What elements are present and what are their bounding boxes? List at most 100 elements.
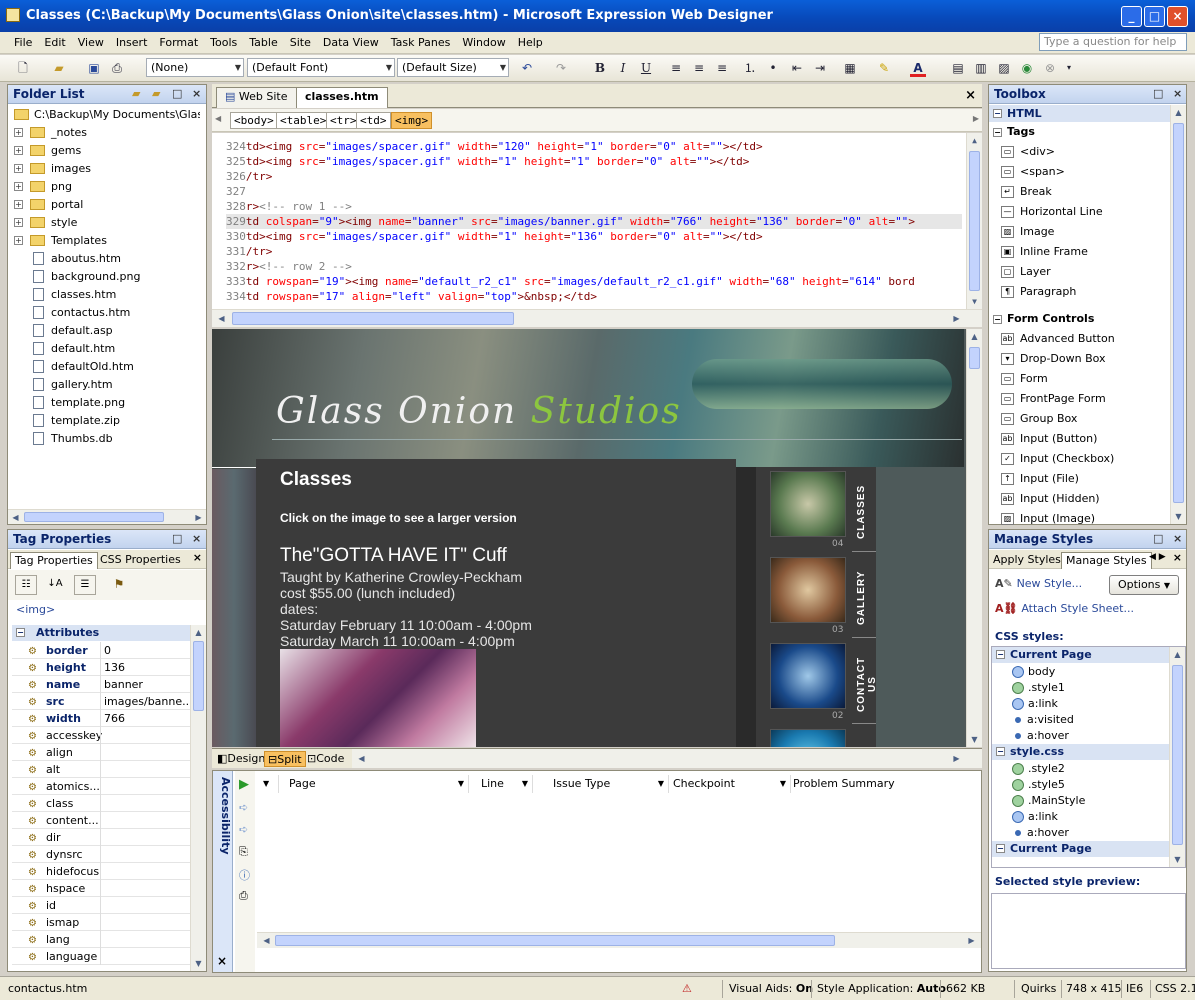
highlight-icon[interactable]: ✎ — [876, 59, 892, 77]
collapse-icon[interactable]: − — [996, 747, 1005, 756]
code-line[interactable]: 333td rowspan="19"><img name="default_r2… — [226, 274, 962, 289]
web-component-icon[interactable]: ◉ — [1019, 59, 1035, 77]
bold-button[interactable]: B — [592, 59, 608, 77]
code-line[interactable]: 326/tr> — [226, 169, 962, 184]
toolbar-options-icon[interactable]: ▾ — [1064, 59, 1074, 77]
close-icon[interactable]: × — [1173, 87, 1182, 100]
accessibility-hscroll[interactable]: ◀ ▶ — [257, 932, 981, 948]
scroll-right-icon[interactable]: ▶ — [964, 933, 979, 948]
menu-view[interactable]: View — [72, 32, 110, 54]
attribute-row[interactable]: ⚙ atomics... — [12, 778, 190, 795]
menu-site[interactable]: Site — [284, 32, 317, 54]
attribute-row[interactable]: ⚙ dir — [12, 829, 190, 846]
sort-az-icon[interactable]: ↓A — [44, 575, 66, 595]
toolbox-item-advanced-button[interactable]: ab Advanced Button — [1001, 329, 1115, 349]
css-style-item[interactable]: .style5 — [1012, 777, 1065, 793]
column-line[interactable]: Line ▼ — [475, 775, 533, 793]
close-icon[interactable]: × — [1173, 532, 1182, 545]
attribute-row[interactable]: ⚙ dynsrc — [12, 846, 190, 863]
code-line[interactable]: 329td colspan="9"><img name="banner" src… — [226, 214, 962, 229]
quick-tag-table[interactable]: <table> — [276, 112, 331, 129]
scroll-thumb[interactable] — [275, 935, 835, 946]
scroll-thumb[interactable] — [24, 512, 164, 522]
toolbox-item-paragraph[interactable]: ¶ Paragraph — [1001, 282, 1076, 302]
numbered-list-icon[interactable]: ⒈ — [742, 59, 758, 77]
tab-web-site[interactable]: ▤ Web Site — [216, 87, 297, 108]
new-folder-icon[interactable]: ▰ — [132, 87, 140, 100]
align-right-icon[interactable]: ≡ — [714, 59, 730, 77]
redo-icon[interactable]: ↷ — [552, 59, 570, 77]
nav-thumb-image[interactable] — [770, 729, 846, 747]
attribute-value[interactable]: banner — [104, 676, 188, 693]
nav-link-gallery[interactable]: GALLERY — [856, 563, 867, 633]
toolbox-vscroll[interactable]: ▲ ▼ — [1170, 105, 1186, 524]
attribute-row[interactable]: ⚙ lang — [12, 931, 190, 948]
toolbox-item-input-button[interactable]: ab Input (Button) — [1001, 429, 1097, 449]
file-item[interactable]: classes.htm — [14, 286, 194, 304]
attribute-value[interactable]: 136 — [104, 659, 188, 676]
scroll-left-icon[interactable]: ◀ — [214, 311, 229, 326]
maximize-button[interactable]: □ — [1144, 6, 1165, 27]
expand-icon[interactable]: + — [14, 182, 23, 191]
categorized-icon[interactable]: ☷ — [15, 575, 37, 595]
attribute-row[interactable]: ⚙ class — [12, 795, 190, 812]
style-select[interactable]: (None) ▼ — [146, 58, 244, 77]
menu-data-view[interactable]: Data View — [317, 32, 385, 54]
attach-style-sheet-link[interactable]: A⛓ Attach Style Sheet... — [995, 602, 1134, 615]
folder-item[interactable]: + _notes — [14, 124, 194, 142]
tab-scroll-icon[interactable]: ◀ ▶ — [1149, 552, 1166, 562]
banner-image[interactable]: Glass Onion Studios — [212, 329, 964, 469]
attribute-row[interactable]: ⚙ src images/banne... — [12, 693, 190, 710]
file-item[interactable]: template.png — [14, 394, 194, 412]
size-select[interactable]: (Default Size) ▼ — [397, 58, 509, 77]
run-check-icon[interactable]: ▶ — [239, 777, 249, 792]
italic-button[interactable]: I — [615, 59, 631, 77]
tab-css-properties[interactable]: CSS Properties — [96, 552, 185, 569]
column-problem-summary[interactable]: Problem Summary — [787, 775, 977, 793]
style-application-status[interactable]: Style Application: Auto — [817, 981, 946, 997]
stop-icon[interactable]: ⊗ — [1042, 59, 1058, 77]
close-icon[interactable]: × — [1173, 551, 1182, 564]
toolbox-item-layer[interactable]: ▢ Layer — [1001, 262, 1051, 282]
nav-thumb-image[interactable] — [770, 643, 846, 709]
attribute-row[interactable]: ⚙ accesskey — [12, 727, 190, 744]
status-css[interactable]: CSS 2.1 — [1155, 981, 1195, 997]
code-line[interactable]: 327 — [226, 184, 962, 199]
scroll-right-icon[interactable]: ▶ — [191, 510, 206, 525]
borders-icon[interactable]: ▦ — [842, 59, 858, 77]
code-line[interactable]: 330td><img src="images/spacer.gif" width… — [226, 229, 962, 244]
scroll-left-icon[interactable]: ◀ — [354, 751, 369, 766]
css-style-item[interactable]: a:hover — [1012, 825, 1069, 841]
close-icon[interactable]: × — [193, 551, 202, 564]
css-group[interactable]: − style.css — [992, 744, 1169, 760]
status-warning-icon[interactable]: ⚠ — [682, 981, 692, 997]
toolbox-item-horizontal-line[interactable]: — Horizontal Line — [1001, 202, 1103, 222]
toolbox-item-input-checkbox[interactable]: ✓ Input (Checkbox) — [1001, 449, 1114, 469]
menu-table[interactable]: Table — [243, 32, 283, 54]
save-icon[interactable]: ▣ — [86, 59, 102, 77]
close-icon[interactable]: × — [217, 954, 227, 968]
menu-task-panes[interactable]: Task Panes — [385, 32, 457, 54]
preview-icon[interactable]: ⎙ — [108, 59, 126, 77]
toolbox-item-break[interactable]: ↵ Break — [1001, 182, 1052, 202]
menu-format[interactable]: Format — [153, 32, 204, 54]
file-item[interactable]: default.htm — [14, 340, 194, 358]
underline-button[interactable]: U — [638, 59, 654, 77]
nav-link-contact-us[interactable]: CONTACT US — [856, 649, 878, 719]
bullet-list-icon[interactable]: • — [765, 59, 781, 77]
css-style-item[interactable]: .style1 — [1012, 680, 1065, 696]
new-style-link[interactable]: A✎ New Style... — [995, 577, 1082, 590]
collapse-icon[interactable]: − — [993, 109, 1002, 118]
tag-icon[interactable]: ⚑ — [108, 575, 130, 595]
toolbox-item-group-box[interactable]: ▭ Group Box — [1001, 409, 1077, 429]
toolbox-item-drop-down-box[interactable]: ▾ Drop-Down Box — [1001, 349, 1106, 369]
scroll-down-icon[interactable]: ▼ — [967, 732, 982, 747]
attribute-row[interactable]: ⚙ hidefocus — [12, 863, 190, 880]
attribute-row[interactable]: ⚙ content... — [12, 812, 190, 829]
scroll-thumb[interactable] — [1172, 665, 1183, 845]
column-issue-type[interactable]: Issue Type ▼ — [547, 775, 669, 793]
attribute-value[interactable]: 0 — [104, 642, 188, 659]
toolbox-item-input-file[interactable]: ↑ Input (File) — [1001, 469, 1079, 489]
status-dimensions[interactable]: 748 x 415 — [1066, 981, 1122, 997]
css-style-item[interactable]: a:hover — [1012, 728, 1069, 744]
